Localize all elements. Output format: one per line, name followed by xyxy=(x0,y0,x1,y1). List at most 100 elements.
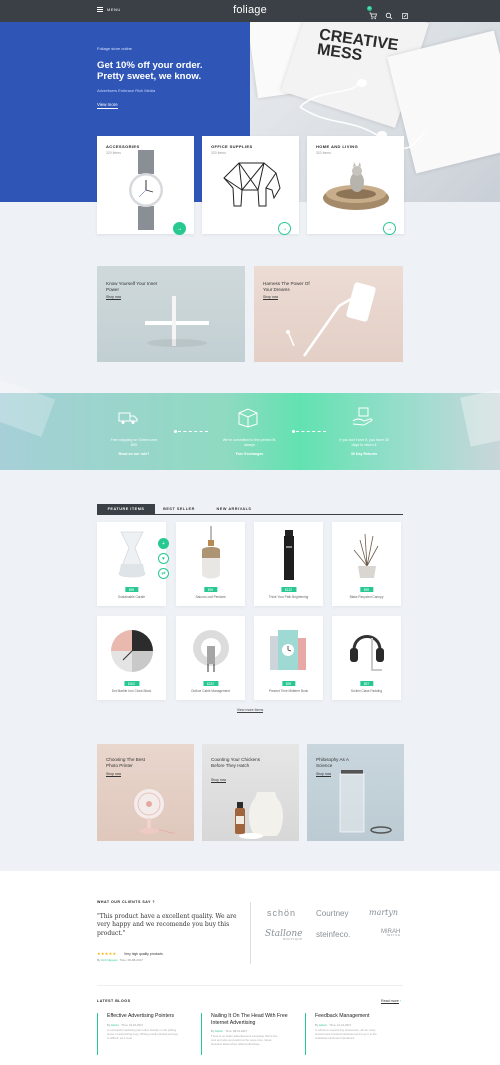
hero-eyebrow: Foliage store online xyxy=(97,46,132,51)
rating-stars: ★★★★★ xyxy=(97,951,117,956)
brand-logo-schon[interactable]: schön xyxy=(267,908,296,918)
promo-shop-link[interactable]: Shop now xyxy=(263,295,279,300)
product-name: Sustainable Carafe xyxy=(117,595,146,599)
section-divider xyxy=(250,902,251,964)
elephant-wire-image xyxy=(223,162,281,207)
blogs-read-more-link[interactable]: Read more › xyxy=(381,999,401,1004)
product-card[interactable]: $99 Blake Recycled Canopy xyxy=(332,522,401,606)
blog-author[interactable]: Admin xyxy=(111,1023,119,1027)
wishlist-icon[interactable]: ♥ xyxy=(158,553,169,564)
promo-shop-link[interactable]: Shop now xyxy=(316,772,332,777)
testimonial-author[interactable]: Anh Nguyen xyxy=(101,958,118,962)
feature-perfect-fit: We're committed to the perfect fit, alwa… xyxy=(222,438,277,457)
plant-image xyxy=(353,533,379,578)
decor-paper xyxy=(0,378,56,438)
testimonial-quote: "This product have a excellent quality. … xyxy=(97,913,237,937)
product-price: $132 xyxy=(280,587,297,592)
category-card-home-and-living[interactable]: HOME AND LIVING 320 Items → xyxy=(307,136,404,235)
promo-shop-link[interactable]: Shop now xyxy=(106,772,122,777)
hand-box-icon xyxy=(352,407,373,426)
user-icon[interactable] xyxy=(401,7,409,19)
decor-paper xyxy=(460,389,500,447)
product-card[interactable]: $132 Think Your Path Brightening xyxy=(254,522,323,606)
blog-by: By xyxy=(211,1029,215,1033)
promo-tile-inner-power[interactable]: Know Yourself Your Inner Power Shop now xyxy=(97,266,245,362)
tube-image xyxy=(284,530,294,580)
promo-tile-philosophy[interactable]: Philosophy As A Science Shop now xyxy=(307,744,404,841)
tab-new-arrivals[interactable]: NEW ARRIVALS xyxy=(206,504,262,514)
blog-excerpt: A successful marketing plan relies heavi… xyxy=(107,1028,178,1040)
brand-logo-steinfeco[interactable]: steinfeco. xyxy=(316,930,350,939)
search-icon[interactable] xyxy=(385,7,393,20)
product-card[interactable]: $57 Scribin Class Padding xyxy=(332,616,401,700)
promo-shop-link[interactable]: Shop now xyxy=(106,295,122,300)
lamp-image xyxy=(286,282,376,357)
marble-clock-image xyxy=(111,630,153,672)
blog-accent-bar xyxy=(305,1013,306,1055)
product-name: Outbux Cable Management xyxy=(191,689,230,693)
category-card-office-supplies[interactable]: OFFICE SUPPLIES 320 Items → xyxy=(202,136,299,235)
product-price: $99 xyxy=(124,587,139,592)
logo[interactable]: foliage xyxy=(0,4,500,16)
blog-title[interactable]: Nailing It On The Head With Free Interne… xyxy=(211,1013,293,1026)
category-arrow-button[interactable]: → xyxy=(383,222,396,235)
category-count: 320 Items xyxy=(211,151,226,155)
product-card[interactable]: $99 Sustainable Carafe xyxy=(97,522,166,606)
feature-divider-dot xyxy=(292,430,295,433)
category-arrow-button[interactable]: → xyxy=(278,222,291,235)
feature-link[interactable]: Read on our rule? xyxy=(108,452,160,457)
promo-tile-chickens[interactable]: Counting Your Chickens Before They Hatch… xyxy=(202,744,299,841)
blog-meta: By Admin · Time: 08-13-2017 xyxy=(211,1029,248,1033)
blog-meta: By Admin · Time: 01-16-2017 xyxy=(107,1023,144,1027)
product-price: $57 xyxy=(359,681,374,686)
box-icon xyxy=(238,408,258,428)
view-more-link[interactable]: View more items xyxy=(236,708,264,713)
cart-icon[interactable]: 0 xyxy=(367,6,377,20)
category-arrow-button[interactable]: → xyxy=(173,222,186,235)
category-count: 320 Items xyxy=(106,151,121,155)
blogs-heading: LATEST BLOGS xyxy=(97,999,131,1003)
brand-name: martyn xyxy=(369,908,399,917)
read-more-label: Read more xyxy=(381,999,399,1004)
product-card[interactable]: $99 Sakura Leaf Pendant xyxy=(176,522,245,606)
brand-logo-stallone[interactable]: Stallone BOUTIQUE xyxy=(265,929,302,941)
add-to-cart-icon[interactable]: + xyxy=(158,538,169,549)
tab-feature-items[interactable]: FEATURE ITEMS xyxy=(97,504,155,514)
category-card-accessories[interactable]: ACCESSORIES 320 Items → xyxy=(97,136,194,235)
book-clock-image xyxy=(270,630,306,670)
tab-best-seller[interactable]: BEST SELLER xyxy=(158,504,200,514)
promo-tile-photo-printer[interactable]: Choosing The Best Photo Printer Shop now xyxy=(97,744,194,841)
brand-logo-courtney[interactable]: Courtney xyxy=(316,909,348,918)
feature-link[interactable]: 30 Day Returns xyxy=(338,452,390,457)
carafe-image xyxy=(118,531,146,578)
cross-object-image xyxy=(145,296,209,347)
product-name: Dot Marble Iron Clock Block xyxy=(111,689,152,693)
blog-excerpt: There is no better advertisement campaig… xyxy=(211,1034,278,1046)
promo-tile-dreams[interactable]: Harness The Power Of Your Dreams Shop no… xyxy=(254,266,403,362)
product-card[interactable]: $99 Present Time Midterm Book xyxy=(254,616,323,700)
brand-logo-mirah[interactable]: MIRAH TEXTILE xyxy=(381,929,400,937)
features-band xyxy=(0,378,500,470)
blog-title[interactable]: Feedback Management xyxy=(315,1013,397,1020)
product-card[interactable]: $222 Outbux Cable Management xyxy=(176,616,245,700)
blog-time: Time: 08-13-2017 xyxy=(225,1029,248,1033)
feature-divider xyxy=(178,431,208,432)
product-card[interactable]: $302 Dot Marble Iron Clock Block xyxy=(97,616,166,700)
feature-divider xyxy=(296,431,326,432)
feature-free-shipping: Free shipping on Orders over $99 Read on… xyxy=(108,438,160,457)
promo-shop-link[interactable]: Shop now xyxy=(211,778,227,783)
product-price: $302 xyxy=(123,681,140,686)
blog-author[interactable]: Admin xyxy=(215,1029,223,1033)
feature-link[interactable]: Free Exchanges xyxy=(222,452,277,457)
compare-icon[interactable]: ⇄ xyxy=(158,568,169,579)
feature-text: If you don't love it, you have 30 days t… xyxy=(339,438,389,447)
blog-accent-bar xyxy=(97,1013,98,1055)
page: MENU foliage 0 CREATIVE MESS Foliage sto… xyxy=(0,0,500,1065)
blog-by: By xyxy=(107,1023,111,1027)
blog-title[interactable]: Effective Advertising Pointers xyxy=(107,1013,189,1020)
blog-author[interactable]: Admin xyxy=(319,1023,327,1027)
byline-prefix: By xyxy=(97,958,101,962)
brand-logo-martyn[interactable]: martyn xyxy=(369,908,398,917)
product-price: $222 xyxy=(202,681,219,686)
hero-view-more-link[interactable]: View more xyxy=(97,102,118,109)
